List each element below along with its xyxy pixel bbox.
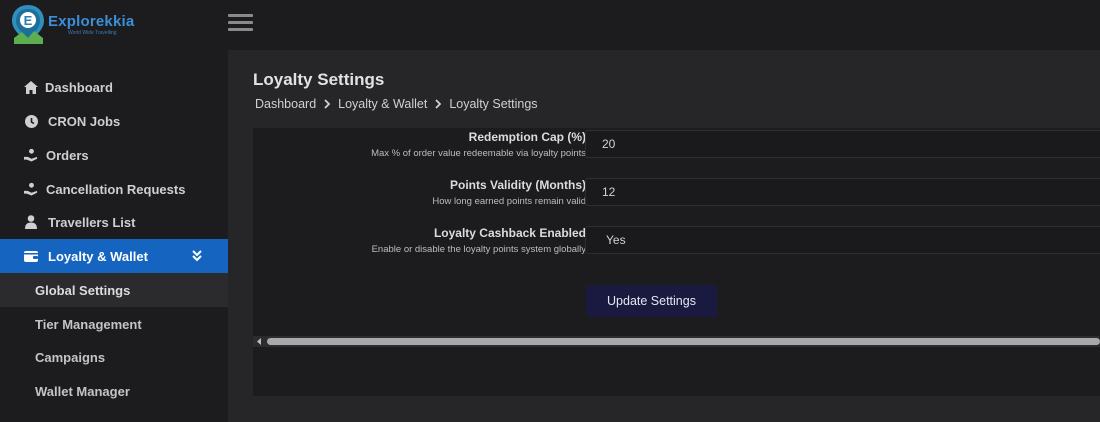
sidebar-item-label: Orders	[46, 147, 89, 163]
sidebar-item-loyalty-wallet[interactable]: Loyalty & Wallet	[0, 239, 228, 273]
scrollbar-thumb[interactable]	[267, 338, 1100, 345]
update-settings-button[interactable]: Update Settings	[586, 285, 717, 317]
scroll-left-arrow-icon[interactable]	[256, 338, 262, 345]
main-content: Loyalty Settings Dashboard Loyalty & Wal…	[228, 50, 1100, 422]
horizontal-scrollbar[interactable]	[253, 336, 1100, 347]
points-validity-label: Points Validity (Months)	[449, 178, 586, 192]
loyalty-cashback-label: Loyalty Cashback Enabled	[433, 226, 586, 240]
sidebar-subitem-label: Global Settings	[35, 282, 131, 298]
loyalty-cashback-selected-value: Yes	[606, 233, 626, 247]
sidebar-item-label: CRON Jobs	[48, 113, 121, 129]
sidebar-subitem-label: Campaigns	[35, 349, 106, 365]
sidebar-subitem-tier-management[interactable]: Tier Management	[0, 307, 228, 341]
top-bar: E Explorekkia World Wide Travelling	[0, 0, 1100, 50]
points-validity-help: How long earned points remain valid	[432, 196, 586, 207]
clock-icon	[24, 114, 38, 128]
sidebar-item-label: Cancellation Requests	[46, 181, 186, 197]
breadcrumb: Dashboard Loyalty & Wallet Loyalty Setti…	[255, 96, 538, 112]
map-pin-logo-icon: E	[12, 5, 44, 44]
settings-form: Redemption Cap (%) Max % of order value …	[253, 128, 1100, 396]
hand-coin-icon	[24, 148, 38, 162]
sidebar-subitem-campaigns[interactable]: Campaigns	[0, 340, 228, 374]
brand-name: Explorekkia	[48, 13, 135, 30]
redemption-cap-input[interactable]	[585, 130, 1100, 158]
sidebar-item-label: Travellers List	[48, 214, 136, 230]
svg-text:E: E	[24, 13, 33, 28]
sidebar-item-cron-jobs[interactable]: CRON Jobs	[0, 104, 228, 138]
breadcrumb-current: Loyalty Settings	[449, 97, 538, 111]
sidebar-item-travellers-list[interactable]: Travellers List	[0, 205, 228, 239]
user-icon	[24, 215, 38, 229]
loyalty-cashback-help: Enable or disable the loyalty points sys…	[371, 244, 586, 255]
brand-tagline: World Wide Travelling	[68, 30, 117, 36]
hand-coin-icon	[24, 182, 38, 196]
sidebar-item-cancellation-requests[interactable]: Cancellation Requests	[0, 172, 228, 206]
sidebar-subitem-label: Tier Management	[35, 316, 142, 332]
breadcrumb-link-dashboard[interactable]: Dashboard	[255, 97, 316, 111]
chevron-right-icon	[324, 99, 331, 109]
sidebar-item-orders[interactable]: Orders	[0, 138, 228, 172]
double-chevron-down-icon	[192, 250, 202, 262]
home-icon	[24, 80, 38, 94]
points-validity-input[interactable]	[585, 178, 1100, 206]
sidebar: Dashboard CRON Jobs Orders Cancellation …	[0, 50, 228, 422]
sidebar-subitem-wallet-manager[interactable]: Wallet Manager	[0, 374, 228, 408]
sidebar-item-label: Loyalty & Wallet	[48, 248, 148, 264]
wallet-icon	[24, 249, 38, 263]
brand-logo[interactable]: E Explorekkia World Wide Travelling	[10, 4, 140, 46]
redemption-cap-label: Redemption Cap (%)	[468, 130, 586, 144]
sidebar-item-label: Dashboard	[45, 79, 113, 95]
sidebar-subitem-label: Wallet Manager	[35, 383, 130, 399]
breadcrumb-link-loyalty-wallet[interactable]: Loyalty & Wallet	[338, 97, 427, 111]
hamburger-icon[interactable]	[228, 14, 253, 34]
sidebar-item-dashboard[interactable]: Dashboard	[0, 70, 228, 104]
chevron-right-icon	[435, 99, 442, 109]
redemption-cap-help: Max % of order value redeemable via loya…	[371, 148, 586, 159]
page-title: Loyalty Settings	[253, 70, 385, 89]
loyalty-cashback-select[interactable]: Yes	[585, 226, 1100, 254]
sidebar-subitem-global-settings[interactable]: Global Settings	[0, 273, 228, 307]
